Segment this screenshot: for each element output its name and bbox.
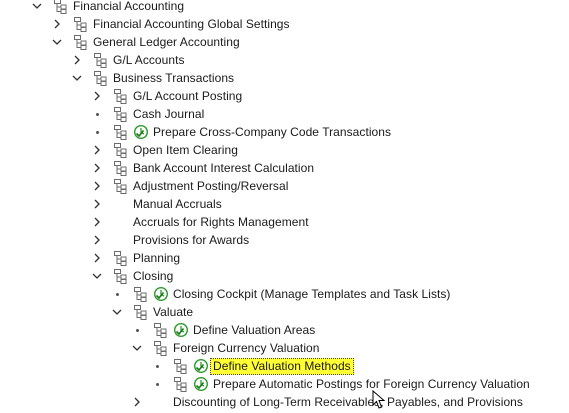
node-label[interactable]: Foreign Currency Valuation xyxy=(173,339,319,357)
structure-node-icon xyxy=(113,106,127,122)
node-label[interactable]: G/L Accounts xyxy=(113,51,185,69)
leaf-bullet-icon xyxy=(131,321,143,339)
tree-node[interactable]: Define Valuation Methods xyxy=(0,357,569,375)
execute-activity-clock-icon[interactable] xyxy=(193,358,209,374)
tree-node[interactable]: Closing Cockpit (Manage Templates and Ta… xyxy=(0,285,569,303)
expand-chevron-right-icon[interactable] xyxy=(71,51,83,69)
collapse-chevron-down-icon[interactable] xyxy=(51,33,63,51)
expand-chevron-right-icon[interactable] xyxy=(91,159,103,177)
node-label[interactable]: Provisions for Awards xyxy=(133,231,249,249)
structure-node-icon xyxy=(113,142,127,158)
node-label[interactable]: Financial Accounting xyxy=(73,0,184,15)
structure-node-icon xyxy=(153,322,167,338)
tree-node[interactable]: Prepare Cross-Company Code Transactions xyxy=(0,123,569,141)
structure-node-icon xyxy=(113,124,127,140)
tree-node[interactable]: Provisions for Awards xyxy=(0,231,569,249)
expand-chevron-right-icon[interactable] xyxy=(131,393,143,411)
tree-node[interactable]: Adjustment Posting/Reversal xyxy=(0,177,569,195)
expand-chevron-right-icon[interactable] xyxy=(91,177,103,195)
tree-node[interactable]: Financial Accounting Global Settings xyxy=(0,15,569,33)
tree-node[interactable]: G/L Accounts xyxy=(0,51,569,69)
structure-node-icon xyxy=(133,286,147,302)
collapse-chevron-down-icon[interactable] xyxy=(31,0,43,15)
collapse-chevron-down-icon[interactable] xyxy=(91,267,103,285)
execute-activity-clock-icon[interactable] xyxy=(193,376,209,392)
structure-node-icon xyxy=(173,376,187,392)
node-label[interactable]: Closing Cockpit (Manage Templates and Ta… xyxy=(173,285,450,303)
structure-node-icon xyxy=(73,34,87,50)
leaf-bullet-icon xyxy=(151,375,163,393)
leaf-bullet-icon xyxy=(151,357,163,375)
expand-chevron-right-icon[interactable] xyxy=(91,231,103,249)
structure-node-icon xyxy=(113,268,127,284)
leaf-bullet-icon xyxy=(91,123,103,141)
structure-node-icon xyxy=(153,340,167,356)
tree-node[interactable]: Accruals for Rights Management xyxy=(0,213,569,231)
expand-chevron-right-icon[interactable] xyxy=(91,87,103,105)
tree-node[interactable]: Financial Accounting xyxy=(0,0,569,15)
structure-node-icon xyxy=(93,70,107,86)
node-label[interactable]: Valuate xyxy=(153,303,193,321)
node-label[interactable]: Define Valuation Areas xyxy=(193,321,315,339)
structure-node-icon xyxy=(113,160,127,176)
structure-node-icon xyxy=(133,304,147,320)
node-label[interactable]: Discounting of Long-Term Receivables, Pa… xyxy=(173,393,523,411)
node-label[interactable]: Planning xyxy=(133,249,180,267)
execute-activity-clock-icon[interactable] xyxy=(133,124,149,140)
execute-activity-clock-icon[interactable] xyxy=(173,322,189,338)
node-label[interactable]: Business Transactions xyxy=(113,69,234,87)
node-label[interactable]: Bank Account Interest Calculation xyxy=(133,159,314,177)
tree-node[interactable]: Closing xyxy=(0,267,569,285)
expand-chevron-right-icon[interactable] xyxy=(91,141,103,159)
collapse-chevron-down-icon[interactable] xyxy=(131,339,143,357)
expand-chevron-right-icon[interactable] xyxy=(91,213,103,231)
leaf-bullet-icon xyxy=(111,285,123,303)
tree-node[interactable]: Planning xyxy=(0,249,569,267)
tree-node[interactable]: Business Transactions xyxy=(0,69,569,87)
tree-node[interactable]: Valuate xyxy=(0,303,569,321)
img-structure-tree: Financial Accounting Financial Accounting… xyxy=(0,0,569,413)
node-label[interactable]: Financial Accounting Global Settings xyxy=(93,15,290,33)
expand-chevron-right-icon[interactable] xyxy=(51,15,63,33)
expand-chevron-right-icon[interactable] xyxy=(91,249,103,267)
tree-node[interactable]: Prepare Automatic Postings for Foreign C… xyxy=(0,375,569,393)
mouse-cursor-icon xyxy=(372,390,386,409)
tree-node[interactable]: Bank Account Interest Calculation xyxy=(0,159,569,177)
node-label[interactable]: Cash Journal xyxy=(133,105,204,123)
structure-node-icon xyxy=(93,52,107,68)
collapse-chevron-down-icon[interactable] xyxy=(111,303,123,321)
execute-activity-clock-icon[interactable] xyxy=(153,286,169,302)
node-label[interactable]: G/L Account Posting xyxy=(133,87,242,105)
leaf-bullet-icon xyxy=(91,105,103,123)
tree-node[interactable]: Foreign Currency Valuation xyxy=(0,339,569,357)
selected-node-label[interactable]: Define Valuation Methods xyxy=(210,358,354,375)
tree-node[interactable]: General Ledger Accounting xyxy=(0,33,569,51)
collapse-chevron-down-icon[interactable] xyxy=(71,69,83,87)
node-label[interactable]: General Ledger Accounting xyxy=(93,33,240,51)
node-label[interactable]: Prepare Cross-Company Code Transactions xyxy=(153,123,391,141)
structure-node-icon xyxy=(53,0,67,14)
node-label[interactable]: Adjustment Posting/Reversal xyxy=(133,177,288,195)
node-label[interactable]: Accruals for Rights Management xyxy=(133,213,309,231)
tree-node[interactable]: Open Item Clearing xyxy=(0,141,569,159)
tree-node[interactable]: G/L Account Posting xyxy=(0,87,569,105)
node-label[interactable]: Open Item Clearing xyxy=(133,141,238,159)
node-label[interactable]: Manual Accruals xyxy=(133,195,222,213)
tree-node[interactable]: Manual Accruals xyxy=(0,195,569,213)
tree-node[interactable]: Discounting of Long-Term Receivables, Pa… xyxy=(0,393,569,411)
structure-node-icon xyxy=(113,178,127,194)
structure-node-icon xyxy=(73,16,87,32)
structure-node-icon xyxy=(113,250,127,266)
structure-node-icon xyxy=(113,88,127,104)
node-label[interactable]: Closing xyxy=(133,267,173,285)
expand-chevron-right-icon[interactable] xyxy=(91,195,103,213)
structure-node-icon xyxy=(173,358,187,374)
tree-node[interactable]: Cash Journal xyxy=(0,105,569,123)
tree-node[interactable]: Define Valuation Areas xyxy=(0,321,569,339)
